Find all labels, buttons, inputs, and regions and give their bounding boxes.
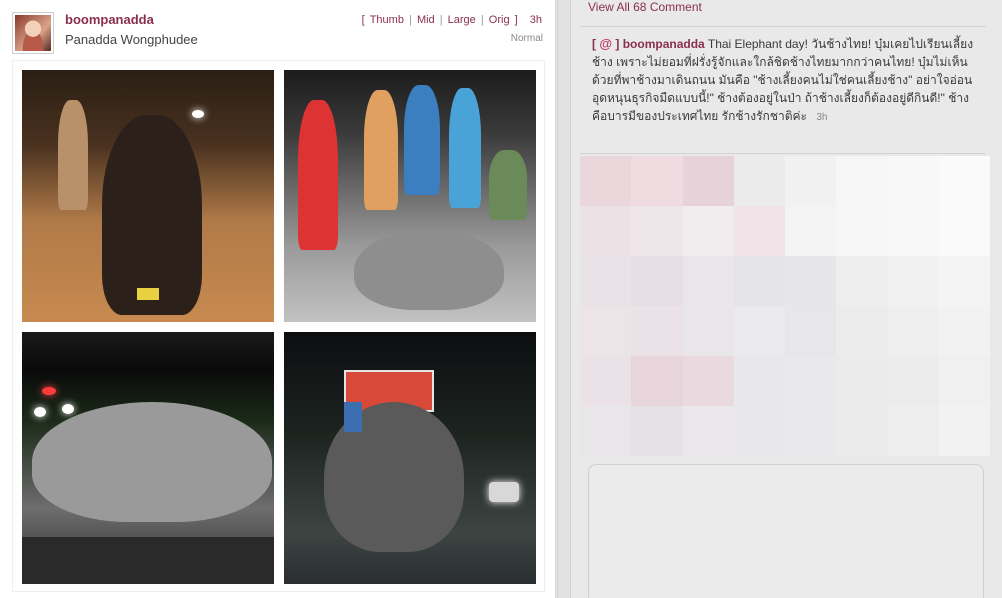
large-link[interactable]: Large (448, 14, 476, 26)
post-photo[interactable] (12, 60, 545, 592)
bracket-open: [ (592, 37, 596, 51)
at-icon[interactable]: @ (599, 36, 612, 51)
bracket-open: [ (361, 14, 365, 26)
photo-crowd-fallen-elephant (284, 70, 536, 322)
pixelated-image (580, 156, 990, 456)
scroll-gutter[interactable] (557, 0, 571, 598)
post-username[interactable]: boompanadda (65, 12, 154, 27)
photo-elephant-lying-road (22, 332, 274, 584)
image-placeholder (588, 464, 984, 598)
photo-elephant-with-seat (284, 332, 536, 584)
comment-time: 3h (816, 112, 828, 123)
avatar[interactable] (12, 12, 54, 54)
thumb-link[interactable]: Thumb (370, 14, 404, 26)
bracket-close: ] (514, 14, 518, 26)
size-links: [ Thumb | Mid | Large | Orig ] 3h (361, 14, 543, 26)
comment-username[interactable]: boompanadda (623, 37, 705, 51)
post-full-name: Panadda Wongphudee (65, 32, 198, 47)
view-all-comments-link[interactable]: View All 68 Comment (588, 0, 702, 14)
post-card: boompanadda Panadda Wongphudee [ Thumb |… (0, 0, 556, 598)
bracket-close: ] (615, 37, 620, 51)
filter-label: Normal (510, 33, 543, 44)
mid-link[interactable]: Mid (417, 14, 435, 26)
separator: | (480, 14, 484, 26)
post-time: 3h (529, 14, 542, 26)
comment-item: [ @ ] boompanadda Thai Elephant day! วัน… (580, 26, 986, 154)
orig-link[interactable]: Orig (489, 14, 510, 26)
photo-elephant-walking-road (22, 70, 274, 322)
separator: | (439, 14, 443, 26)
separator: | (409, 14, 412, 26)
